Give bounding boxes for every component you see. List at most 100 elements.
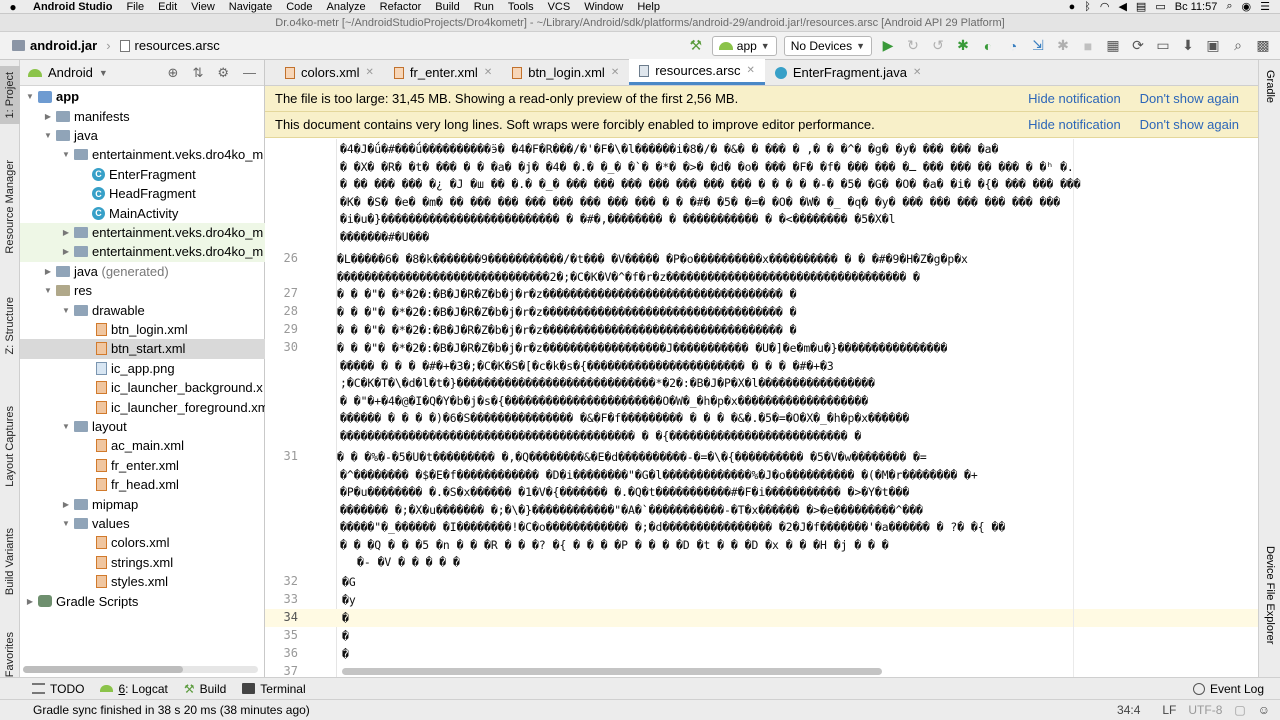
ide-settings-icon[interactable]: ▩ [1254,37,1272,55]
tree-item-btn-login[interactable]: btn_login.xml [20,320,265,339]
debug-icon[interactable]: ✱ [954,37,972,55]
tree-item-package[interactable]: ▼ entertainment.veks.dro4ko_m [20,145,265,164]
tree-item-java[interactable]: ▼ java [20,126,265,145]
profile-icon[interactable]: ◔ [1004,37,1022,55]
tab-enterfragment-java[interactable]: EnterFragment.java ✕ [765,60,932,85]
menu-view[interactable]: View [184,1,222,13]
tree-item-ic-launcher-background[interactable]: ic_launcher_background.x [20,378,265,397]
caret-position[interactable]: 34:4 [1111,703,1156,717]
status-message[interactable]: Gradle sync finished in 38 s 20 ms (38 m… [0,703,1111,717]
tree-item-btn-start[interactable]: btn_start.xml [20,339,265,359]
project-structure-icon[interactable]: ▦ [1104,37,1122,55]
hide-icon[interactable]: — [243,65,256,80]
tree-item-ic-launcher-foreground[interactable]: ic_launcher_foreground.xm [20,397,265,416]
menu-file[interactable]: File [119,1,151,13]
tree-item-colors[interactable]: colors.xml [20,533,265,552]
close-icon[interactable]: ✕ [746,65,754,76]
tab-btn-login-xml[interactable]: btn_login.xml ✕ [502,60,629,85]
tab-device-file-explorer[interactable]: Device File Explorer [1259,546,1280,644]
tool-terminal[interactable]: Terminal [234,682,313,696]
device-select[interactable]: No Devices ▼ [783,35,872,56]
menu-navigate[interactable]: Navigate [222,1,279,13]
avd-manager-icon[interactable]: ▭ [1154,37,1172,55]
menu-vcs[interactable]: VCS [541,1,578,13]
tree-item-mipmap[interactable]: ▶ mipmap [20,494,265,513]
gear-icon[interactable]: ⚙ [217,65,229,81]
dont-show-again-link[interactable]: Don't show again [1140,117,1239,132]
menu-run[interactable]: Run [467,1,501,13]
wifi-icon[interactable]: ◠ [1100,0,1110,13]
lock-icon[interactable]: ▢ [1228,703,1251,717]
locate-icon[interactable]: ⊕ [168,65,179,81]
search-everywhere-icon[interactable]: ⌕ [1229,37,1247,55]
run-config-select[interactable]: app ▼ [711,35,777,56]
menu-code[interactable]: Code [279,1,319,13]
tab-layout-captures[interactable]: Layout Captures [0,392,20,500]
tab-resources-arsc[interactable]: resources.arsc ✕ [629,59,765,85]
project-horizontal-scrollbar[interactable] [23,666,258,673]
tab-fr-enter-xml[interactable]: fr_enter.xml ✕ [384,60,502,85]
tree-item-package-test[interactable]: ▶ entertainment.veks.dro4ko_m [20,222,265,243]
menu-build[interactable]: Build [428,1,466,13]
bluetooth-icon[interactable]: ᛒ [1084,1,1091,13]
tree-item-ic-app[interactable]: ic_app.png [20,359,265,378]
tab-resource-manager[interactable]: Resource Manager [0,152,20,262]
tree-item-manifests[interactable]: ▶ manifests [20,106,265,125]
run-icon[interactable]: ▶ [879,37,897,55]
close-icon[interactable]: ✕ [913,67,921,78]
line-separator[interactable]: LF [1156,703,1182,717]
tool-todo[interactable]: TODO [0,682,92,696]
tree-item-headfragment[interactable]: C HeadFragment [20,184,265,203]
menu-window[interactable]: Window [577,1,630,13]
view-mode-select[interactable]: Android [48,65,93,80]
menu-tools[interactable]: Tools [501,1,541,13]
tree-item-res[interactable]: ▼ res [20,281,265,300]
tree-item-mainactivity[interactable]: C MainActivity [20,203,265,222]
breadcrumb-file[interactable]: resources.arsc [135,38,220,53]
tree-item-values[interactable]: ▼ values [20,514,265,533]
collapse-icon[interactable]: ⇅ [192,65,203,81]
menu-help[interactable]: Help [630,1,667,13]
coverage-icon[interactable]: ◐ [979,37,997,55]
menu-app[interactable]: Android Studio [26,1,119,13]
tool-build[interactable]: ⚒ Build [176,682,234,696]
tree-item-package-android-test[interactable]: ▶ entertainment.veks.dro4ko_m [20,242,265,262]
attach-process-icon[interactable]: ✱ [1054,37,1072,55]
sync-gradle-icon[interactable]: ⟳ [1129,37,1147,55]
tab-gradle[interactable]: Gradle [1259,70,1280,103]
tree-item-strings[interactable]: strings.xml [20,553,265,572]
tree-item-gradle-scripts[interactable]: ▶ Gradle Scripts [20,591,265,610]
menu-refactor[interactable]: Refactor [373,1,429,13]
layout-inspector-icon[interactable]: ▣ [1204,37,1222,55]
tree-item-app[interactable]: ▼ app [20,87,265,106]
tree-item-fr-enter[interactable]: fr_enter.xml [20,456,265,475]
menu-edit[interactable]: Edit [151,1,184,13]
sdk-manager-icon[interactable]: ⬇ [1179,37,1197,55]
close-icon[interactable]: ✕ [366,67,374,78]
inspector-icon[interactable]: ☺ [1252,703,1280,717]
tree-item-enterfragment[interactable]: C EnterFragment [20,165,265,184]
hide-notification-link[interactable]: Hide notification [1028,91,1121,106]
tab-structure[interactable]: Z: Structure [0,288,20,363]
code-editor[interactable]: 26 27 28 29 30 31 32 33 34 35 36 37 �4�J… [265,139,1258,677]
hammer-icon[interactable]: ⚒ [687,37,705,55]
editor-horizontal-scrollbar[interactable] [342,668,882,675]
clock[interactable]: Вс 11:57 [1175,1,1218,13]
hide-notification-link[interactable]: Hide notification [1028,117,1121,132]
battery-icon[interactable]: ▭ [1155,0,1165,13]
attach-debugger-icon[interactable]: ⇲ [1029,37,1047,55]
spotlight-icon[interactable]: ⌕ [1226,0,1232,13]
tab-project[interactable]: 1: Project [0,66,20,124]
stop-icon[interactable]: ■ [1079,37,1097,55]
menu-analyze[interactable]: Analyze [320,1,373,13]
chevron-down-icon[interactable]: ▼ [99,68,108,78]
record-icon[interactable]: ● [1069,1,1076,13]
breadcrumb-root[interactable]: android.jar [30,38,97,53]
tab-colors-xml[interactable]: colors.xml ✕ [275,60,384,85]
apply-code-icon[interactable]: ↺ [929,37,947,55]
tree-item-drawable[interactable]: ▼ drawable [20,300,265,319]
notification-center-icon[interactable]: ☰ [1260,0,1270,13]
tool-logcat[interactable]: 6: Logcat [92,682,175,696]
tree-item-styles[interactable]: styles.xml [20,572,265,591]
close-icon[interactable]: ✕ [484,67,492,78]
